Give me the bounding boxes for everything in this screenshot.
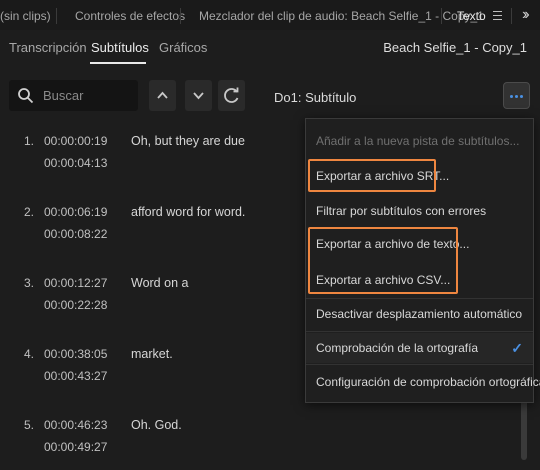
next-caption-button[interactable] bbox=[185, 80, 212, 111]
caption-in-time[interactable]: 00:00:06:19 bbox=[44, 205, 107, 219]
more-options-button[interactable] bbox=[503, 82, 530, 109]
double-chevron-right-icon[interactable]: ›› bbox=[522, 6, 529, 24]
panel-tab-text[interactable]: Texto bbox=[457, 0, 486, 30]
menu-item-add-to-new-caption-track[interactable]: Añadir a la nueva pista de subtítulos... bbox=[306, 126, 533, 156]
scrollbar[interactable] bbox=[521, 400, 527, 460]
text-panel-subtabs: Transcripción Subtítulos Gráficos Beach … bbox=[0, 30, 540, 66]
caption-track-label: Do1: Subtítulo bbox=[274, 90, 357, 105]
search-input[interactable] bbox=[43, 86, 133, 104]
caption-number: 1. bbox=[24, 134, 35, 148]
menu-item-disable-autoscroll[interactable]: Desactivar desplazamiento automático bbox=[306, 299, 533, 329]
panel-tab-bar: (sin clips) Controles de efectos Mezclad… bbox=[0, 0, 540, 31]
previous-caption-button[interactable] bbox=[149, 80, 176, 111]
menu-item-spell-check[interactable]: Comprobación de la ortografía ✓ bbox=[306, 333, 533, 363]
caption-text[interactable]: market. bbox=[131, 347, 173, 361]
chevron-up-icon bbox=[157, 91, 168, 99]
tab-graphics[interactable]: Gráficos bbox=[159, 40, 207, 55]
tab-divider bbox=[511, 8, 512, 24]
caption-number: 5. bbox=[24, 418, 35, 432]
tab-divider bbox=[56, 8, 57, 24]
caption-text[interactable]: Oh. God. bbox=[131, 418, 182, 432]
caption-text[interactable]: Oh, but they are due bbox=[131, 134, 245, 148]
caption-number: 3. bbox=[24, 276, 35, 290]
panel-tab-effect-controls[interactable]: Controles de efectos bbox=[75, 0, 185, 30]
tab-divider bbox=[180, 8, 181, 24]
caption-text[interactable]: afford word for word. bbox=[131, 205, 245, 219]
caption-number: 4. bbox=[24, 347, 35, 361]
caption-in-time[interactable]: 00:00:12:27 bbox=[44, 276, 107, 290]
tab-transcription[interactable]: Transcripción bbox=[9, 40, 87, 55]
caption-out-time[interactable]: 00:00:04:13 bbox=[44, 156, 107, 170]
caption-in-time[interactable]: 00:00:46:23 bbox=[44, 418, 107, 432]
search-icon bbox=[18, 88, 34, 104]
highlight-export-srt bbox=[308, 159, 436, 192]
caption-in-time[interactable]: 00:00:38:05 bbox=[44, 347, 107, 361]
menu-item-spell-check-settings[interactable]: Configuración de comprobación ortográfic… bbox=[306, 367, 540, 397]
caption-number: 2. bbox=[24, 205, 35, 219]
menu-divider bbox=[306, 331, 533, 332]
highlight-export-text-csv bbox=[308, 227, 458, 294]
caption-out-time[interactable]: 00:00:43:27 bbox=[44, 369, 107, 383]
caption-out-time[interactable]: 00:00:49:27 bbox=[44, 440, 107, 454]
clip-title: Beach Selfie_1 - Copy_1 bbox=[383, 40, 527, 55]
active-tab-underline bbox=[90, 62, 146, 64]
caption-in-time[interactable]: 00:00:00:19 bbox=[44, 134, 107, 148]
caption-text[interactable]: Word on a bbox=[131, 276, 188, 290]
tab-divider bbox=[441, 8, 442, 24]
menu-divider bbox=[306, 364, 533, 365]
chevron-down-icon bbox=[193, 92, 204, 100]
panel-tab-source[interactable]: (sin clips) bbox=[0, 0, 51, 30]
refresh-button[interactable] bbox=[218, 80, 245, 111]
checkmark-icon: ✓ bbox=[511, 340, 523, 356]
caption-out-time[interactable]: 00:00:22:28 bbox=[44, 298, 107, 312]
tab-captions[interactable]: Subtítulos bbox=[91, 40, 149, 55]
caption-out-time[interactable]: 00:00:08:22 bbox=[44, 227, 107, 241]
hamburger-icon[interactable] bbox=[493, 11, 502, 20]
refresh-icon bbox=[224, 87, 239, 103]
search-box[interactable] bbox=[9, 80, 138, 111]
menu-item-filter-errors[interactable]: Filtrar por subtítulos con errores bbox=[306, 196, 533, 226]
